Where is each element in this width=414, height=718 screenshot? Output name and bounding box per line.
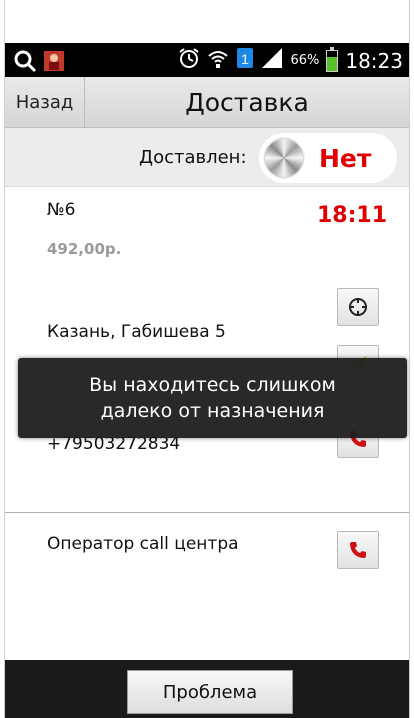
bottom-bar: Проблема — [5, 660, 409, 718]
wifi-icon — [207, 47, 229, 74]
delivered-toggle[interactable]: Нет — [259, 133, 397, 183]
section-divider — [5, 512, 409, 513]
battery-percent: 66% — [290, 53, 320, 68]
status-bar-left — [13, 49, 65, 77]
phone-icon — [350, 542, 366, 558]
status-bar: 1 66% 18:23 — [5, 43, 409, 77]
alarm-icon — [178, 47, 200, 74]
order-time: 18:11 — [316, 203, 387, 228]
data-icon: 1 — [236, 47, 254, 74]
top-bar: Назад Доставка — [5, 77, 409, 128]
operator-label: Оператор call центра — [47, 534, 239, 554]
clock: 18:23 — [345, 48, 403, 73]
search-icon — [13, 49, 37, 77]
order-number: №6 — [47, 200, 76, 220]
locate-button[interactable] — [337, 288, 379, 326]
order-price: 492,00р. — [47, 240, 122, 258]
crosshair-icon — [349, 298, 367, 316]
page-title: Доставка — [185, 87, 309, 117]
toast-message: Вы находитесь слишком далеко от назначен… — [18, 358, 407, 438]
delivered-row: Доставлен: Нет — [5, 128, 409, 187]
toast-line-1: Вы находитесь слишком — [89, 374, 336, 396]
delivered-label: Доставлен: — [139, 147, 247, 168]
battery-icon — [326, 46, 339, 72]
delivery-address: Казань, Габишева 5 — [47, 322, 226, 342]
toggle-value: Нет — [319, 143, 372, 173]
toggle-knob-icon — [265, 139, 303, 177]
signal-icon — [261, 47, 283, 74]
status-bar-right: 1 66% 18:23 — [178, 46, 403, 74]
back-button[interactable]: Назад — [5, 77, 85, 127]
app-notification-icon — [43, 50, 65, 76]
toast-line-2: далеко от назначения — [100, 400, 325, 422]
problem-button[interactable]: Проблема — [127, 670, 293, 714]
call-operator-button[interactable] — [337, 531, 379, 569]
app-window: 1 66% 18:23 Назад Доставка Доставлен: Не… — [4, 0, 410, 718]
svg-text:1: 1 — [242, 51, 250, 67]
